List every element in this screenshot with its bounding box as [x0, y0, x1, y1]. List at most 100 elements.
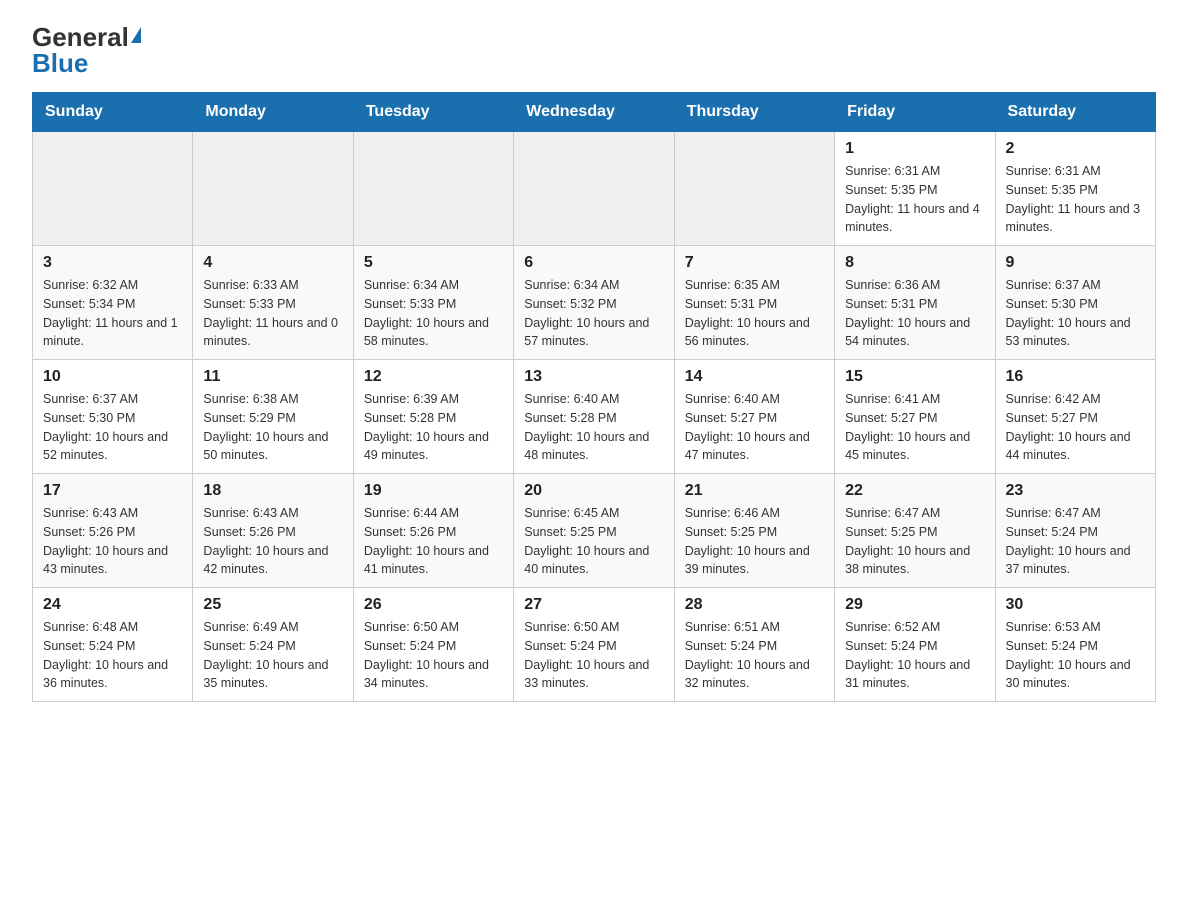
day-number: 23	[1006, 482, 1145, 500]
day-info: Sunrise: 6:46 AM Sunset: 5:25 PM Dayligh…	[685, 504, 824, 579]
calendar-cell: 29Sunrise: 6:52 AM Sunset: 5:24 PM Dayli…	[835, 588, 995, 702]
day-info: Sunrise: 6:37 AM Sunset: 5:30 PM Dayligh…	[43, 390, 182, 465]
day-info: Sunrise: 6:33 AM Sunset: 5:33 PM Dayligh…	[203, 276, 342, 351]
logo-general-text: General	[32, 24, 129, 50]
day-info: Sunrise: 6:35 AM Sunset: 5:31 PM Dayligh…	[685, 276, 824, 351]
day-number: 10	[43, 368, 182, 386]
day-number: 14	[685, 368, 824, 386]
calendar-table: SundayMondayTuesdayWednesdayThursdayFrid…	[32, 92, 1156, 702]
day-number: 24	[43, 596, 182, 614]
day-number: 16	[1006, 368, 1145, 386]
calendar-cell: 8Sunrise: 6:36 AM Sunset: 5:31 PM Daylig…	[835, 246, 995, 360]
day-info: Sunrise: 6:40 AM Sunset: 5:28 PM Dayligh…	[524, 390, 663, 465]
day-number: 12	[364, 368, 503, 386]
calendar-cell: 25 Sunrise: 6:49 AM Sunset: 5:24 PM Dayli…	[193, 588, 353, 702]
day-info: Sunrise: 6:40 AM Sunset: 5:27 PM Dayligh…	[685, 390, 824, 465]
weekday-header-row: SundayMondayTuesdayWednesdayThursdayFrid…	[33, 93, 1156, 132]
day-info: Sunrise: 6:50 AM Sunset: 5:24 PM Dayligh…	[364, 618, 503, 693]
calendar-cell: 17 Sunrise: 6:43 AM Sunset: 5:26 PM Dayli…	[33, 474, 193, 588]
day-number: 29	[845, 596, 984, 614]
calendar-cell: 6Sunrise: 6:34 AM Sunset: 5:32 PM Daylig…	[514, 246, 674, 360]
day-info: Sunrise: 6:37 AM Sunset: 5:30 PM Dayligh…	[1006, 276, 1145, 351]
day-info: Sunrise: 6:32 AM Sunset: 5:34 PM Dayligh…	[43, 276, 182, 351]
day-info: Sunrise: 6:38 AM Sunset: 5:29 PM Dayligh…	[203, 390, 342, 465]
day-number: 20	[524, 482, 663, 500]
day-number: 5	[364, 254, 503, 272]
day-number: 3	[43, 254, 182, 272]
logo-blue-text: Blue	[32, 50, 88, 76]
calendar-cell: 3 Sunrise: 6:32 AM Sunset: 5:34 PM Daylig…	[33, 246, 193, 360]
calendar-cell: 1 Sunrise: 6:31 AM Sunset: 5:35 PM Daylig…	[835, 132, 995, 246]
calendar-cell: 23 Sunrise: 6:47 AM Sunset: 5:24 PM Dayli…	[995, 474, 1155, 588]
day-number: 11	[203, 368, 342, 386]
day-number: 19	[364, 482, 503, 500]
day-info: Sunrise: 6:43 AM Sunset: 5:26 PM Dayligh…	[43, 504, 182, 579]
weekday-header-wednesday: Wednesday	[514, 93, 674, 132]
calendar-cell: 24 Sunrise: 6:48 AM Sunset: 5:24 PM Dayli…	[33, 588, 193, 702]
day-number: 15	[845, 368, 984, 386]
calendar-cell: 20 Sunrise: 6:45 AM Sunset: 5:25 PM Dayli…	[514, 474, 674, 588]
day-number: 17	[43, 482, 182, 500]
day-number: 26	[364, 596, 503, 614]
day-info: Sunrise: 6:51 AM Sunset: 5:24 PM Dayligh…	[685, 618, 824, 693]
calendar-cell: 19 Sunrise: 6:44 AM Sunset: 5:26 PM Dayli…	[353, 474, 513, 588]
day-info: Sunrise: 6:49 AM Sunset: 5:24 PM Dayligh…	[203, 618, 342, 693]
calendar-cell	[674, 132, 834, 246]
calendar-cell: 30 Sunrise: 6:53 AM Sunset: 5:24 PM Dayli…	[995, 588, 1155, 702]
day-info: Sunrise: 6:53 AM Sunset: 5:24 PM Dayligh…	[1006, 618, 1145, 693]
page-header: General Blue	[32, 24, 1156, 76]
day-number: 4	[203, 254, 342, 272]
weekday-header-tuesday: Tuesday	[353, 93, 513, 132]
day-number: 18	[203, 482, 342, 500]
day-info: Sunrise: 6:42 AM Sunset: 5:27 PM Dayligh…	[1006, 390, 1145, 465]
weekday-header-saturday: Saturday	[995, 93, 1155, 132]
calendar-week-1: 1 Sunrise: 6:31 AM Sunset: 5:35 PM Daylig…	[33, 132, 1156, 246]
calendar-cell: 10 Sunrise: 6:37 AM Sunset: 5:30 PM Dayli…	[33, 360, 193, 474]
calendar-cell: 16 Sunrise: 6:42 AM Sunset: 5:27 PM Dayli…	[995, 360, 1155, 474]
calendar-week-2: 3 Sunrise: 6:32 AM Sunset: 5:34 PM Daylig…	[33, 246, 1156, 360]
weekday-header-sunday: Sunday	[33, 93, 193, 132]
day-number: 28	[685, 596, 824, 614]
day-info: Sunrise: 6:45 AM Sunset: 5:25 PM Dayligh…	[524, 504, 663, 579]
day-number: 13	[524, 368, 663, 386]
day-info: Sunrise: 6:48 AM Sunset: 5:24 PM Dayligh…	[43, 618, 182, 693]
calendar-cell: 4 Sunrise: 6:33 AM Sunset: 5:33 PM Daylig…	[193, 246, 353, 360]
calendar-cell: 11 Sunrise: 6:38 AM Sunset: 5:29 PM Dayli…	[193, 360, 353, 474]
day-info: Sunrise: 6:31 AM Sunset: 5:35 PM Dayligh…	[845, 162, 984, 237]
day-info: Sunrise: 6:41 AM Sunset: 5:27 PM Dayligh…	[845, 390, 984, 465]
day-info: Sunrise: 6:34 AM Sunset: 5:33 PM Dayligh…	[364, 276, 503, 351]
calendar-cell: 26 Sunrise: 6:50 AM Sunset: 5:24 PM Dayli…	[353, 588, 513, 702]
calendar-cell: 27Sunrise: 6:50 AM Sunset: 5:24 PM Dayli…	[514, 588, 674, 702]
calendar-cell: 12Sunrise: 6:39 AM Sunset: 5:28 PM Dayli…	[353, 360, 513, 474]
calendar-cell: 7 Sunrise: 6:35 AM Sunset: 5:31 PM Daylig…	[674, 246, 834, 360]
weekday-header-monday: Monday	[193, 93, 353, 132]
calendar-cell: 9 Sunrise: 6:37 AM Sunset: 5:30 PM Daylig…	[995, 246, 1155, 360]
calendar-cell: 21Sunrise: 6:46 AM Sunset: 5:25 PM Dayli…	[674, 474, 834, 588]
calendar-cell	[514, 132, 674, 246]
day-info: Sunrise: 6:34 AM Sunset: 5:32 PM Dayligh…	[524, 276, 663, 351]
day-number: 9	[1006, 254, 1145, 272]
calendar-cell	[193, 132, 353, 246]
day-number: 1	[845, 140, 984, 158]
calendar-cell: 5 Sunrise: 6:34 AM Sunset: 5:33 PM Daylig…	[353, 246, 513, 360]
day-number: 30	[1006, 596, 1145, 614]
calendar-cell: 22Sunrise: 6:47 AM Sunset: 5:25 PM Dayli…	[835, 474, 995, 588]
calendar-week-3: 10 Sunrise: 6:37 AM Sunset: 5:30 PM Dayli…	[33, 360, 1156, 474]
calendar-cell: 15 Sunrise: 6:41 AM Sunset: 5:27 PM Dayli…	[835, 360, 995, 474]
day-number: 8	[845, 254, 984, 272]
day-number: 7	[685, 254, 824, 272]
day-info: Sunrise: 6:47 AM Sunset: 5:24 PM Dayligh…	[1006, 504, 1145, 579]
calendar-cell: 2Sunrise: 6:31 AM Sunset: 5:35 PM Daylig…	[995, 132, 1155, 246]
calendar-cell: 28 Sunrise: 6:51 AM Sunset: 5:24 PM Dayli…	[674, 588, 834, 702]
day-info: Sunrise: 6:43 AM Sunset: 5:26 PM Dayligh…	[203, 504, 342, 579]
day-number: 2	[1006, 140, 1145, 158]
day-number: 22	[845, 482, 984, 500]
logo-triangle-icon	[131, 27, 141, 43]
day-info: Sunrise: 6:44 AM Sunset: 5:26 PM Dayligh…	[364, 504, 503, 579]
logo: General Blue	[32, 24, 141, 76]
weekday-header-thursday: Thursday	[674, 93, 834, 132]
calendar-cell: 13 Sunrise: 6:40 AM Sunset: 5:28 PM Dayli…	[514, 360, 674, 474]
day-info: Sunrise: 6:50 AM Sunset: 5:24 PM Dayligh…	[524, 618, 663, 693]
day-number: 25	[203, 596, 342, 614]
weekday-header-friday: Friday	[835, 93, 995, 132]
